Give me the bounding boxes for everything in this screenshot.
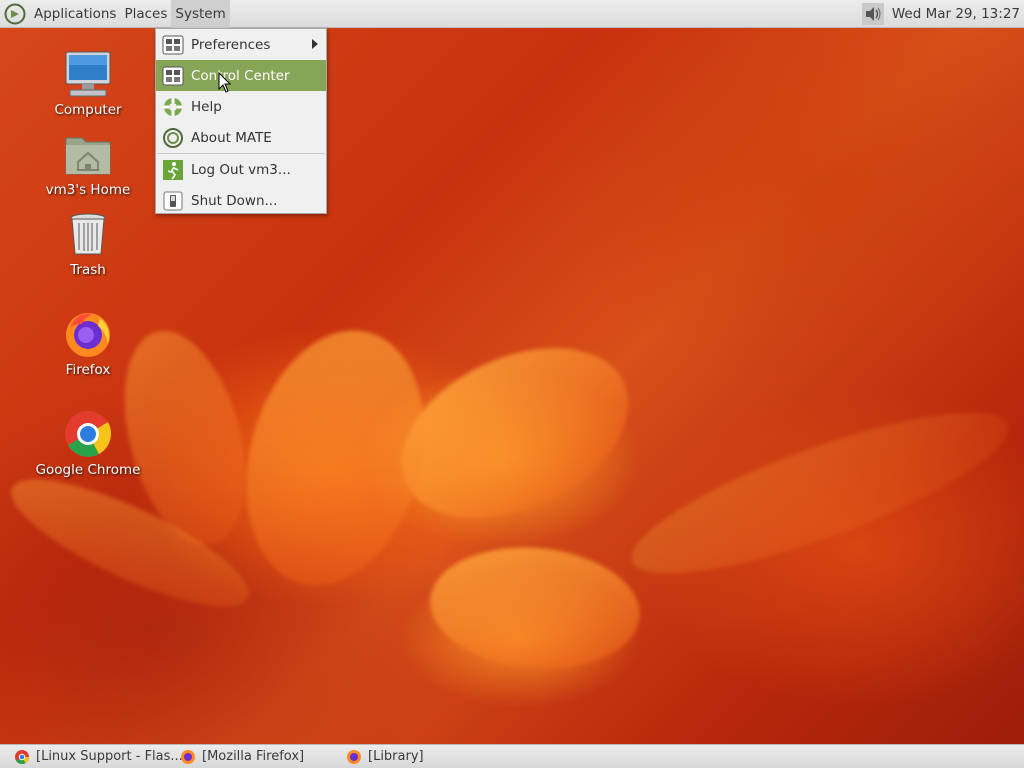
preferences-icon	[162, 35, 184, 54]
menu-item-label: Control Center	[191, 67, 290, 84]
mate-logo-icon[interactable]	[4, 3, 26, 25]
computer-icon	[65, 51, 111, 97]
clock[interactable]: Wed Mar 29, 13:27	[892, 6, 1020, 22]
desktop-icon-trash[interactable]: Trash	[33, 208, 143, 278]
menu-item-shut-down[interactable]: Shut Down...	[156, 185, 326, 216]
chrome-icon	[65, 411, 112, 457]
firefox-icon	[66, 313, 110, 357]
menu-item-label: Shut Down...	[191, 192, 278, 209]
menu-item-preferences[interactable]: Preferences	[156, 29, 326, 60]
menu-item-label: Log Out vm3...	[191, 161, 291, 178]
desktop-icon-firefox[interactable]: Firefox	[33, 308, 143, 378]
taskbar-button-label: [Linux Support - Flas...	[36, 749, 183, 764]
desktop-icon-label: Computer	[54, 102, 122, 118]
shutdown-icon	[163, 191, 183, 210]
firefox-icon	[181, 749, 195, 764]
menu-item-control-center[interactable]: Control Center	[156, 60, 326, 91]
bottom-panel: [Linux Support - Flas... [Mozilla Firefo…	[0, 744, 1024, 768]
help-lifebuoy-icon	[164, 97, 182, 116]
home-folder-icon	[65, 137, 111, 175]
taskbar-button-chrome[interactable]: [Linux Support - Flas...	[14, 745, 183, 768]
logout-icon	[163, 159, 183, 180]
system-menu: Preferences Control Center Help About MA…	[155, 28, 327, 214]
firefox-icon	[347, 749, 361, 764]
taskbar-button-label: [Mozilla Firefox]	[202, 749, 305, 764]
mouse-pointer-icon	[218, 72, 232, 93]
submenu-arrow-icon	[312, 39, 318, 49]
desktop-icon-home[interactable]: vm3's Home	[33, 128, 143, 198]
desktop-icon-chrome[interactable]: Google Chrome	[33, 408, 143, 478]
menu-item-label: Help	[191, 98, 222, 115]
menu-item-help[interactable]: Help	[156, 91, 326, 122]
top-panel: Applications Places System Wed Mar 29, 1…	[0, 0, 1024, 28]
menu-item-label: Preferences	[191, 36, 271, 53]
panel-tray: Wed Mar 29, 13:27	[861, 0, 1024, 28]
taskbar-button-label: [Library]	[368, 749, 424, 764]
menu-applications[interactable]: Applications	[30, 0, 120, 28]
menu-places[interactable]: Places	[120, 0, 171, 28]
menu-item-about-mate[interactable]: About MATE	[156, 122, 326, 153]
control-center-icon	[162, 66, 184, 85]
desktop-icon-label: vm3's Home	[45, 182, 131, 198]
taskbar-button-library[interactable]: [Library]	[346, 745, 424, 768]
desktop-icon-computer[interactable]: Computer	[33, 48, 143, 118]
speaker-icon[interactable]	[861, 2, 884, 25]
desktop-icon-label: Trash	[70, 262, 106, 278]
menu-item-log-out[interactable]: Log Out vm3...	[156, 154, 326, 185]
chrome-icon	[15, 749, 29, 764]
desktop-icon-label: Firefox	[65, 362, 111, 378]
menu-system[interactable]: System	[171, 0, 230, 28]
taskbar-button-firefox[interactable]: [Mozilla Firefox]	[180, 745, 304, 768]
trash-icon	[70, 213, 106, 255]
menu-item-label: About MATE	[191, 129, 272, 146]
desktop-wallpaper[interactable]	[0, 28, 1024, 744]
mate-logo-icon	[163, 127, 183, 148]
desktop-icon-label: Google Chrome	[35, 462, 141, 478]
